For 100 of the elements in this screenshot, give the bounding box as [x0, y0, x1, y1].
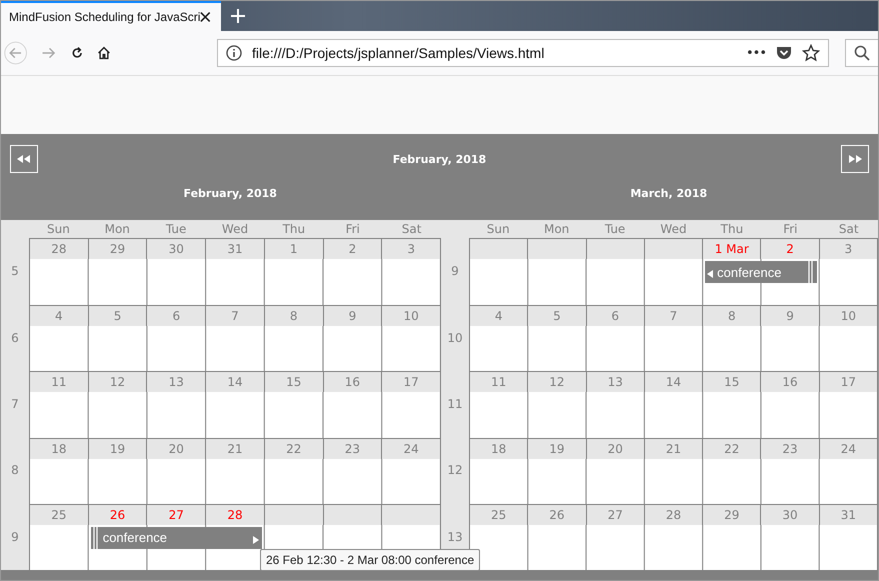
day-number[interactable]: 7 — [206, 306, 264, 326]
event-bar[interactable]: conference — [90, 526, 262, 549]
day-number[interactable]: 14 — [644, 372, 702, 392]
plus-icon[interactable] — [231, 9, 245, 23]
day-number[interactable]: 23 — [761, 438, 819, 459]
day-number[interactable]: 29 — [703, 504, 760, 525]
day-number[interactable]: 6 — [586, 306, 644, 326]
day-number[interactable]: 28 — [206, 504, 264, 525]
day-number[interactable]: 20 — [147, 438, 206, 459]
day-number[interactable]: 22 — [703, 438, 760, 459]
forward-icon[interactable] — [41, 45, 57, 61]
day-name: Sun — [486, 221, 511, 238]
resize-handle-icon[interactable] — [92, 526, 99, 549]
day-number[interactable]: 30 — [761, 504, 819, 525]
day-number[interactable]: 20 — [586, 438, 644, 459]
day-number[interactable]: 1 — [264, 239, 323, 259]
day-number[interactable]: 18 — [470, 438, 528, 459]
event-bar[interactable]: conference — [705, 261, 817, 283]
day-name: Sun — [46, 221, 71, 238]
week-row[interactable] — [30, 259, 440, 306]
day-number[interactable]: 2 — [324, 239, 382, 259]
close-icon[interactable] — [200, 11, 211, 23]
day-number[interactable]: 8 — [264, 306, 323, 326]
day-number[interactable]: 24 — [820, 438, 877, 459]
week-row[interactable] — [470, 326, 877, 372]
day-number[interactable]: 3 — [382, 239, 440, 259]
week-number: 11 — [446, 396, 464, 413]
day-number[interactable]: 11 — [470, 372, 528, 392]
day-name: Fri — [344, 221, 361, 238]
page-actions-button[interactable]: ••• — [746, 46, 766, 60]
day-number[interactable]: 26 — [528, 504, 586, 525]
day-number[interactable]: 28 — [30, 239, 88, 259]
day-number[interactable]: 29 — [88, 239, 146, 259]
resize-handle-icon[interactable] — [808, 261, 814, 283]
day-number[interactable]: 17 — [820, 372, 877, 392]
day-name: Tue — [164, 221, 188, 238]
day-number[interactable]: 15 — [264, 372, 323, 392]
day-number[interactable]: 15 — [703, 372, 760, 392]
day-number[interactable]: 10 — [820, 306, 877, 326]
day-number[interactable]: 10 — [382, 306, 440, 326]
day-number[interactable]: 25 — [30, 504, 88, 525]
day-number[interactable]: 13 — [586, 372, 644, 392]
double-left-arrow-icon — [17, 155, 31, 163]
day-number[interactable]: 5 — [88, 306, 146, 326]
day-number[interactable]: 21 — [644, 438, 702, 459]
star-icon[interactable] — [802, 44, 820, 62]
day-number[interactable]: 22 — [264, 438, 323, 459]
day-number[interactable]: 16 — [761, 372, 819, 392]
day-number[interactable]: 5 — [528, 306, 586, 326]
day-number[interactable]: 4 — [30, 306, 88, 326]
week-row[interactable] — [30, 326, 440, 372]
day-number[interactable]: 9 — [761, 306, 819, 326]
day-number[interactable]: 26 — [88, 504, 146, 525]
day-number[interactable]: 14 — [206, 372, 264, 392]
day-number[interactable]: 11 — [30, 372, 88, 392]
info-icon[interactable] — [226, 45, 242, 61]
day-number[interactable]: 12 — [88, 372, 146, 392]
pocket-icon[interactable] — [776, 45, 792, 61]
day-number[interactable]: 7 — [644, 306, 702, 326]
day-number[interactable]: 27 — [586, 504, 644, 525]
day-number[interactable]: 9 — [324, 306, 382, 326]
day-number[interactable]: 31 — [206, 239, 264, 259]
day-name: Fri — [782, 221, 798, 238]
week-number: 10 — [446, 330, 464, 347]
day-number[interactable]: 17 — [382, 372, 440, 392]
day-number[interactable]: 12 — [528, 372, 586, 392]
day-number[interactable]: 4 — [470, 306, 528, 326]
day-name: Thu — [282, 221, 306, 238]
double-right-arrow-icon — [848, 155, 862, 163]
day-number[interactable]: 18 — [30, 438, 88, 459]
day-name: Mon — [542, 221, 570, 238]
week-row[interactable]: conference — [470, 259, 877, 306]
day-number[interactable]: 31 — [820, 504, 877, 525]
day-number[interactable]: 25 — [470, 504, 528, 525]
next-button[interactable] — [840, 145, 869, 173]
day-number[interactable]: 8 — [703, 306, 760, 326]
day-name: Wed — [659, 221, 688, 238]
day-number[interactable]: 23 — [324, 438, 382, 459]
previous-button[interactable] — [10, 145, 38, 173]
day-name: Tue — [604, 221, 626, 238]
day-number[interactable]: 3 — [820, 239, 877, 259]
day-number[interactable]: 13 — [147, 372, 206, 392]
day-number[interactable]: 24 — [382, 438, 440, 459]
month-title: February, 2018 — [182, 187, 278, 200]
day-number[interactable]: 16 — [324, 372, 382, 392]
month-title: March, 2018 — [629, 187, 708, 200]
address-bar[interactable]: file:///D:/Projects/jsplanner/Samples/Views.html ••• — [217, 39, 830, 67]
day-number[interactable]: 6 — [147, 306, 206, 326]
day-number[interactable]: 19 — [528, 438, 586, 459]
day-number[interactable]: 19 — [88, 438, 146, 459]
search-field[interactable] — [845, 39, 878, 67]
day-number[interactable]: 21 — [206, 438, 264, 459]
day-number[interactable]: 28 — [644, 504, 702, 525]
day-number[interactable]: 27 — [147, 504, 206, 525]
browser-tab[interactable]: MindFusion Scheduling for JavaScri — [1, 1, 221, 31]
url-text: file:///D:/Projects/jsplanner/Samples/Views.html — [252, 45, 546, 61]
home-icon[interactable] — [97, 45, 112, 61]
day-number[interactable]: 30 — [147, 239, 206, 259]
day-number[interactable]: 1 Mar — [703, 239, 760, 259]
day-number[interactable]: 2 — [761, 239, 819, 259]
